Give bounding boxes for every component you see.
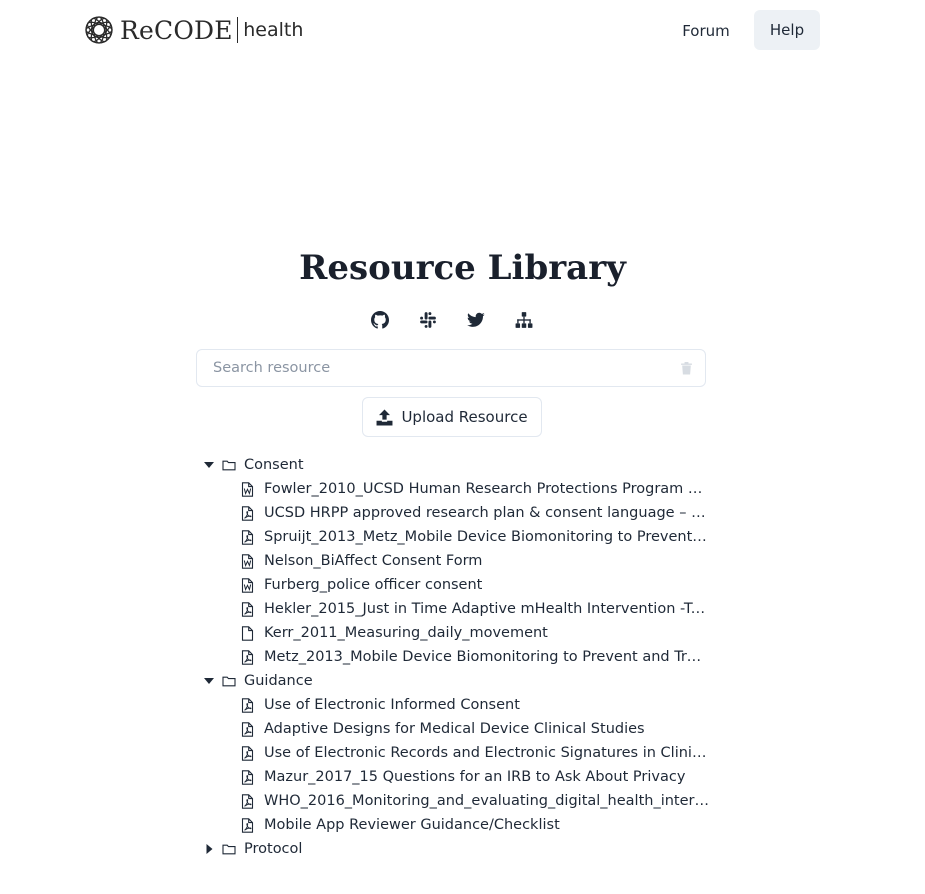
- file-label[interactable]: Kerr_2011_Measuring_daily_movement: [264, 625, 548, 641]
- file-label[interactable]: Furberg_police officer consent: [264, 577, 482, 593]
- sitemap-icon[interactable]: [515, 311, 533, 329]
- file-item[interactable]: Furberg_police officer consent: [200, 573, 720, 597]
- pdf-file-icon: [241, 697, 254, 713]
- pdf-file-icon: [241, 529, 254, 545]
- folder-label[interactable]: Consent: [244, 457, 304, 473]
- upload-icon: [376, 409, 393, 425]
- logo-divider: [236, 17, 239, 43]
- file-item[interactable]: Use of Electronic Informed Consent: [200, 693, 720, 717]
- file-icon: [241, 625, 254, 641]
- file-label[interactable]: Fowler_2010_UCSD Human Research Protecti…: [264, 481, 709, 497]
- word-file-icon: [241, 553, 254, 569]
- file-label[interactable]: Metz_2013_Mobile Device Biomonitoring to…: [264, 649, 709, 665]
- file-item[interactable]: Nelson_BiAffect Consent Form: [200, 549, 720, 573]
- upload-resource-label: Upload Resource: [401, 408, 528, 426]
- pdf-file-icon: [241, 721, 254, 737]
- word-file-icon: [241, 481, 254, 497]
- file-item[interactable]: WHO_2016_Monitoring_and_evaluating_digit…: [200, 789, 720, 813]
- slack-icon[interactable]: [419, 311, 437, 329]
- nav-forum-link[interactable]: Forum: [668, 11, 744, 50]
- folder-label[interactable]: Guidance: [244, 673, 313, 689]
- logo[interactable]: ReCODE health: [84, 13, 303, 47]
- file-label[interactable]: WHO_2016_Monitoring_and_evaluating_digit…: [264, 793, 709, 809]
- word-file-icon: [241, 577, 254, 593]
- file-item[interactable]: Mobile App Reviewer Guidance/Checklist: [200, 813, 720, 837]
- file-label[interactable]: Use of Electronic Records and Electronic…: [264, 745, 709, 761]
- file-label[interactable]: Use of Electronic Informed Consent: [264, 697, 520, 713]
- file-item[interactable]: Spruijt_2013_Metz_Mobile Device Biomonit…: [200, 525, 720, 549]
- file-label[interactable]: Adaptive Designs for Medical Device Clin…: [264, 721, 645, 737]
- file-item[interactable]: Metz_2013_Mobile Device Biomonitoring to…: [200, 645, 720, 669]
- folder-icon: [222, 460, 236, 471]
- file-label[interactable]: Mazur_2017_15 Questions for an IRB to As…: [264, 769, 685, 785]
- twitter-icon[interactable]: [467, 311, 485, 329]
- file-item[interactable]: Fowler_2010_UCSD Human Research Protecti…: [200, 477, 720, 501]
- pdf-file-icon: [241, 769, 254, 785]
- folder-icon: [222, 844, 236, 855]
- file-item[interactable]: Adaptive Designs for Medical Device Clin…: [200, 717, 720, 741]
- folder-protocol[interactable]: Protocol: [200, 837, 720, 861]
- file-label[interactable]: Spruijt_2013_Metz_Mobile Device Biomonit…: [264, 529, 709, 545]
- pdf-file-icon: [241, 817, 254, 833]
- file-label[interactable]: Mobile App Reviewer Guidance/Checklist: [264, 817, 560, 833]
- folder-guidance[interactable]: Guidance: [200, 669, 720, 693]
- pdf-file-icon: [241, 793, 254, 809]
- page-title: Resource Library: [299, 248, 626, 288]
- folder-icon: [222, 676, 236, 687]
- file-item[interactable]: Use of Electronic Records and Electronic…: [200, 741, 720, 765]
- logo-sub-text: health: [243, 19, 304, 41]
- file-item[interactable]: Hekler_2015_Just in Time Adaptive mHealt…: [200, 597, 720, 621]
- caret-down-icon[interactable]: [202, 458, 216, 472]
- logo-brand-text: ReCODE: [120, 15, 233, 45]
- file-item[interactable]: UCSD HRPP approved research plan & conse…: [200, 501, 720, 525]
- pdf-file-icon: [241, 649, 254, 665]
- upload-resource-button[interactable]: Upload Resource: [362, 397, 542, 437]
- nav-help-button[interactable]: Help: [754, 10, 820, 50]
- caret-right-icon[interactable]: [202, 842, 216, 856]
- social-links: [0, 311, 925, 331]
- file-label[interactable]: UCSD HRPP approved research plan & conse…: [264, 505, 709, 521]
- trash-icon[interactable]: [681, 362, 692, 375]
- folder-label[interactable]: Protocol: [244, 841, 302, 857]
- recode-logo-mark-icon: [85, 16, 113, 44]
- pdf-file-icon: [241, 505, 254, 521]
- file-item[interactable]: Mazur_2017_15 Questions for an IRB to As…: [200, 765, 720, 789]
- file-label[interactable]: Hekler_2015_Just in Time Adaptive mHealt…: [264, 601, 709, 617]
- resource-tree: Consent Fowler_2010_UCSD Human Research P…: [200, 453, 720, 861]
- search-input[interactable]: [213, 350, 663, 386]
- caret-down-icon[interactable]: [202, 674, 216, 688]
- folder-consent[interactable]: Consent: [200, 453, 720, 477]
- pdf-file-icon: [241, 745, 254, 761]
- search-box: [196, 349, 706, 387]
- github-icon[interactable]: [371, 311, 389, 329]
- file-item[interactable]: Kerr_2011_Measuring_daily_movement: [200, 621, 720, 645]
- file-label[interactable]: Nelson_BiAffect Consent Form: [264, 553, 482, 569]
- pdf-file-icon: [241, 601, 254, 617]
